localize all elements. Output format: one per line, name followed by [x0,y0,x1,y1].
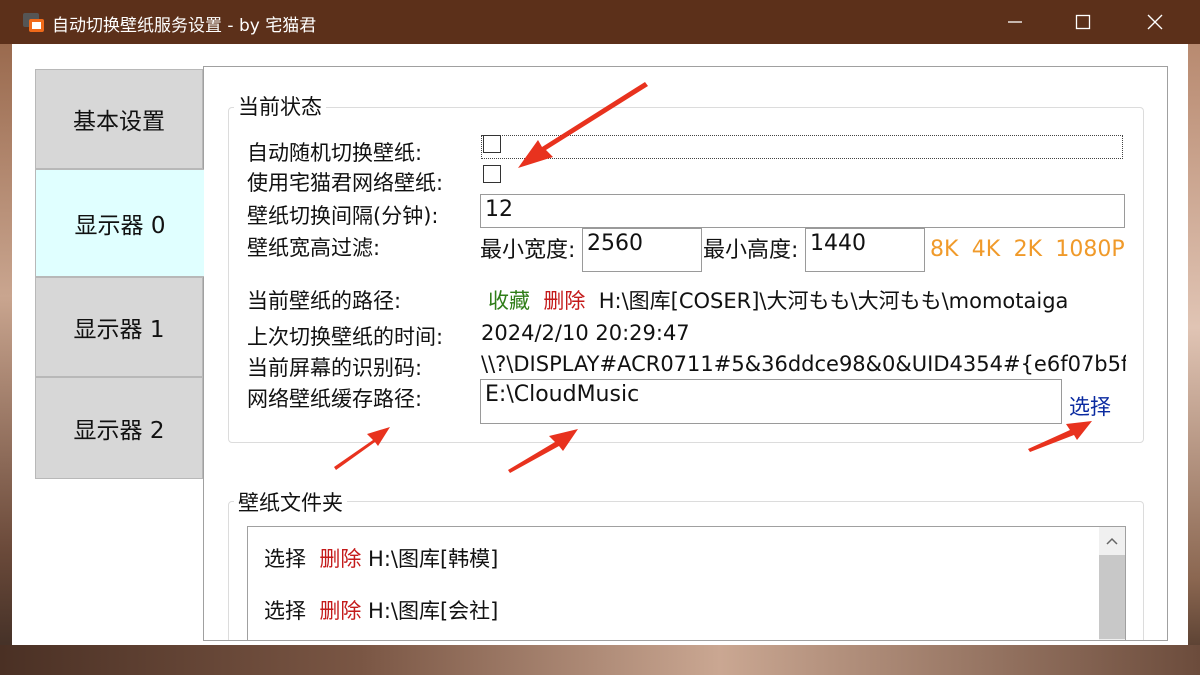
folders-group-title: 壁纸文件夹 [234,487,347,517]
auto-switch-label: 自动随机切换壁纸: [247,141,423,165]
desktop-background-left [0,44,12,675]
use-net-wallpaper-label: 使用宅猫君网络壁纸: [247,171,444,195]
size-filter-label: 壁纸宽高过滤: [247,236,381,260]
screen-id-value: \\?\DISPLAY#ACR0711#5&36ddce98&0&UID4354… [481,352,1126,376]
tab-label: 显示器 1 [73,317,165,343]
preset-2k-link[interactable]: 2K [1014,237,1042,262]
delete-folder-link[interactable]: 删除 [319,599,361,623]
min-width-label: 最小宽度: [480,238,576,263]
folder-path: H:\图库[会社] [368,599,499,623]
auto-switch-focus-rect [481,135,1123,159]
choose-folder-link[interactable]: 选择 [264,547,306,571]
delete-folder-link[interactable]: 删除 [319,547,361,571]
close-icon [1147,14,1163,30]
cache-path-label: 网络壁纸缓存路径: [247,387,423,411]
last-switch-label: 上次切换壁纸的时间: [247,325,444,349]
maximize-icon [1075,14,1091,30]
preset-1080p-link[interactable]: 1080P [1055,237,1124,262]
screen-id-label: 当前屏幕的识别码: [247,356,423,380]
min-height-label: 最小高度: [703,238,799,263]
tab-content-panel: 当前状态 自动随机切换壁纸: 使用宅猫君网络壁纸: 壁纸切换间隔(分钟): 12… [203,66,1168,641]
use-net-wallpaper-checkbox[interactable] [483,165,501,183]
current-path-value: H:\图库[COSER]\大河もも\大河もも\momotaiga [598,289,1069,313]
favorite-link[interactable]: 收藏 [488,289,530,313]
tab-label: 显示器 0 [74,213,166,239]
interval-label: 壁纸切换间隔(分钟): [247,204,439,228]
close-button[interactable] [1120,0,1190,44]
minimize-icon [1008,21,1022,23]
window-title: 自动切换壁纸服务设置 - by 宅猫君 [52,16,317,36]
list-item: 选择 删除 H:\图库[韩模] [264,543,498,573]
choose-folder-link[interactable]: 选择 [264,599,306,623]
cache-path-input[interactable]: E:\CloudMusic [480,379,1062,424]
maximize-button[interactable] [1048,0,1118,44]
current-path-label: 当前壁纸的路径: [247,289,402,313]
delete-link[interactable]: 删除 [543,289,585,313]
tab-basic-settings[interactable]: 基本设置 [35,69,203,169]
tab-label: 显示器 2 [73,418,165,444]
choose-cache-path-link[interactable]: 选择 [1069,391,1111,421]
list-scrollbar[interactable] [1099,527,1125,640]
interval-input[interactable]: 12 [480,194,1125,228]
minimize-button[interactable] [980,0,1050,44]
tab-monitor-1[interactable]: 显示器 1 [35,277,203,377]
app-icon [22,10,46,34]
folder-path: H:\图库[韩模] [368,547,499,571]
last-switch-value: 2024/2/10 20:29:47 [481,321,690,345]
current-path-row: 收藏 删除 H:\图库[COSER]\大河もも\大河もも\momotaiga [488,285,1126,315]
tab-label: 基本设置 [73,109,165,135]
auto-switch-checkbox[interactable] [483,135,501,153]
status-group-title: 当前状态 [234,91,326,121]
window-body: 基本设置 显示器 0 显示器 1 显示器 2 当前状态 自动随机切换壁纸: 使用… [12,44,1188,645]
desktop-background-right [1188,44,1200,675]
desktop-background-bottom [0,645,1200,675]
folder-list[interactable]: 选择 删除 H:\图库[韩模] 选择 删除 H:\图库[会社] [247,526,1126,640]
scroll-thumb[interactable] [1099,555,1125,639]
min-width-input[interactable]: 2560 [582,228,702,272]
chevron-up-icon [1106,537,1118,545]
min-height-input[interactable]: 1440 [805,228,925,272]
preset-4k-link[interactable]: 4K [972,237,1000,262]
title-bar[interactable]: 自动切换壁纸服务设置 - by 宅猫君 [0,0,1200,44]
scroll-up-button[interactable] [1099,531,1125,551]
preset-8k-link[interactable]: 8K [930,237,958,262]
tab-monitor-2[interactable]: 显示器 2 [35,377,203,479]
preset-links: 8K 4K 2K 1080P [930,237,1125,267]
list-item: 选择 删除 H:\图库[会社] [264,595,498,625]
tab-monitor-0[interactable]: 显示器 0 [35,169,204,277]
